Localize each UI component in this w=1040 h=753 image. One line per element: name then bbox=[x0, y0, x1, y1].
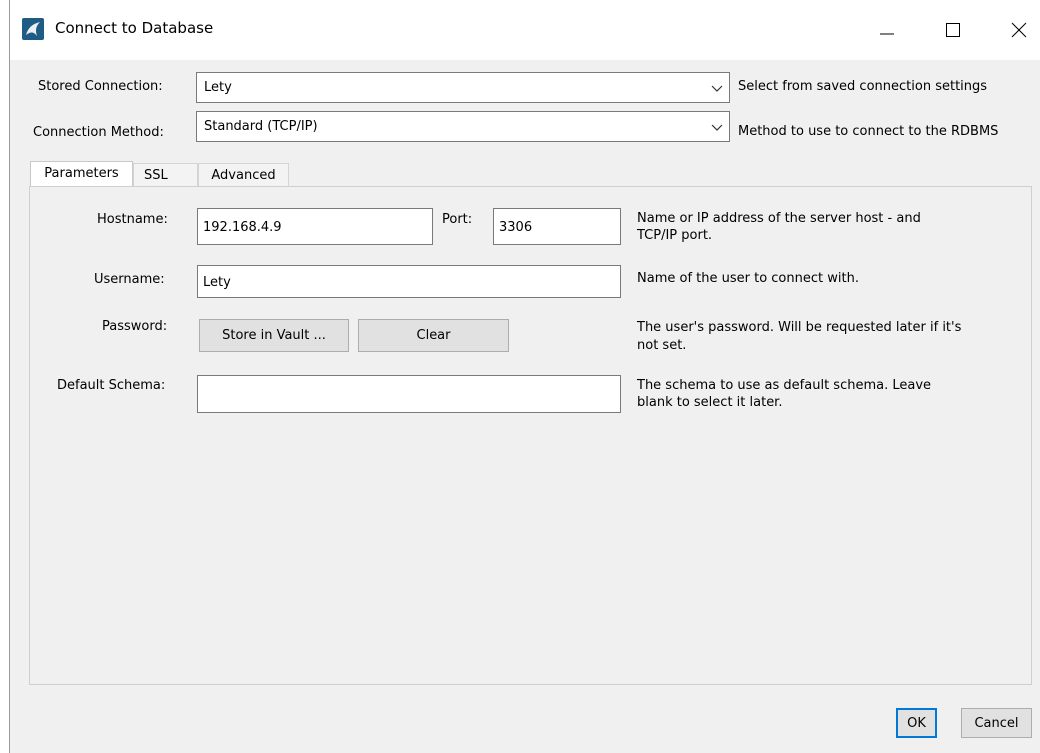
connection-method-label: Connection Method: bbox=[33, 125, 164, 140]
hostname-input[interactable]: 192.168.4.9 bbox=[197, 208, 433, 245]
tab-parameters[interactable]: Parameters bbox=[30, 161, 133, 187]
stored-connection-label: Stored Connection: bbox=[38, 79, 163, 94]
maximize-button[interactable] bbox=[932, 12, 974, 48]
mysql-dolphin-icon bbox=[22, 18, 44, 40]
tab-ssl[interactable]: SSL bbox=[133, 163, 198, 187]
hostname-value: 192.168.4.9 bbox=[203, 220, 282, 235]
store-in-vault-button[interactable]: Store in Vault ... bbox=[199, 319, 349, 352]
window-title: Connect to Database bbox=[55, 19, 214, 37]
connection-method-select[interactable]: Standard (TCP/IP) bbox=[196, 111, 730, 142]
hostname-hint-line2: TCP/IP port. bbox=[637, 228, 713, 243]
hostname-label: Hostname: bbox=[97, 212, 168, 227]
password-hint-line1: The user's password. Will be requested l… bbox=[637, 320, 962, 335]
username-hint: Name of the user to connect with. bbox=[637, 271, 859, 286]
stored-connection-select[interactable]: Lety bbox=[196, 72, 730, 103]
close-button[interactable] bbox=[998, 12, 1040, 48]
password-label: Password: bbox=[102, 319, 168, 334]
default-schema-label: Default Schema: bbox=[57, 378, 166, 393]
cancel-button[interactable]: Cancel bbox=[961, 708, 1032, 738]
connection-method-value: Standard (TCP/IP) bbox=[204, 119, 318, 134]
hostname-hint-line1: Name or IP address of the server host - … bbox=[637, 211, 921, 226]
stored-connection-value: Lety bbox=[204, 80, 232, 95]
username-input[interactable]: Lety bbox=[197, 265, 621, 298]
port-value: 3306 bbox=[499, 220, 533, 235]
port-input[interactable]: 3306 bbox=[493, 208, 621, 245]
close-icon bbox=[1011, 22, 1027, 38]
clear-password-button[interactable]: Clear bbox=[358, 319, 509, 352]
chevron-down-icon bbox=[711, 124, 723, 131]
maximize-icon bbox=[946, 23, 960, 37]
default-schema-hint-line1: The schema to use as default schema. Lea… bbox=[637, 378, 932, 393]
username-label: Username: bbox=[94, 272, 165, 287]
default-schema-input[interactable] bbox=[197, 375, 621, 413]
minimize-button[interactable] bbox=[866, 12, 908, 48]
minimize-icon bbox=[880, 33, 894, 35]
tab-ssl-label: SSL bbox=[144, 168, 168, 183]
ok-button[interactable]: OK bbox=[896, 708, 937, 738]
chevron-down-icon bbox=[711, 85, 723, 92]
tab-advanced[interactable]: Advanced bbox=[198, 163, 289, 187]
username-value: Lety bbox=[203, 275, 231, 290]
parameters-panel bbox=[29, 186, 1032, 685]
port-label: Port: bbox=[442, 212, 473, 227]
stored-connection-hint: Select from saved connection settings bbox=[738, 79, 988, 94]
window-left-border bbox=[9, 0, 10, 753]
password-hint-line2: not set. bbox=[637, 338, 687, 353]
connection-method-hint: Method to use to connect to the RDBMS bbox=[738, 124, 999, 139]
default-schema-hint-line2: blank to select it later. bbox=[637, 395, 783, 410]
